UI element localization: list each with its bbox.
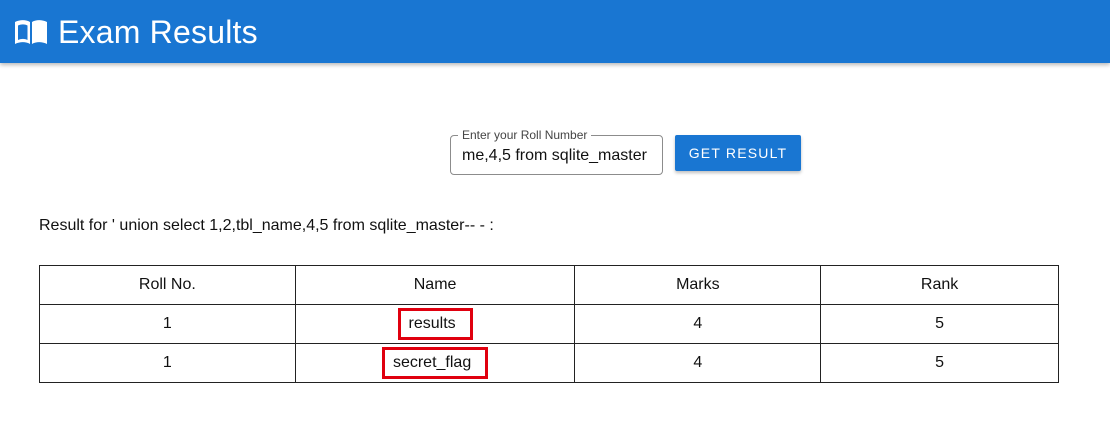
get-result-button[interactable]: GET RESULT bbox=[675, 135, 801, 171]
table-row: 1 results 4 5 bbox=[39, 304, 1059, 344]
results-table: Roll No. Name Marks Rank 1 results 4 5 1… bbox=[39, 265, 1059, 383]
book-open-icon bbox=[15, 20, 47, 44]
cell-rank: 5 bbox=[820, 343, 1059, 383]
app-bar: Exam Results bbox=[0, 0, 1110, 63]
cell-roll: 1 bbox=[39, 343, 296, 383]
column-header-roll: Roll No. bbox=[39, 265, 296, 305]
cell-marks: 4 bbox=[574, 304, 822, 344]
column-header-rank: Rank bbox=[820, 265, 1059, 305]
cell-name: secret_flag bbox=[294, 343, 576, 383]
roll-number-label: Enter your Roll Number bbox=[458, 129, 592, 142]
roll-number-input[interactable]: me,4,5 from sqlite_master bbox=[462, 146, 654, 166]
result-caption: Result for ' union select 1,2,tbl_name,4… bbox=[39, 217, 494, 234]
cell-rank: 5 bbox=[820, 304, 1059, 344]
cell-marks: 4 bbox=[574, 343, 822, 383]
table-header-row: Roll No. Name Marks Rank bbox=[39, 265, 1059, 305]
column-header-marks: Marks bbox=[574, 265, 822, 305]
highlighted-name: results bbox=[397, 308, 473, 340]
highlighted-name: secret_flag bbox=[381, 347, 489, 379]
roll-number-field[interactable]: Enter your Roll Number me,4,5 from sqlit… bbox=[450, 129, 663, 175]
roll-number-value: me,4,5 from sqlite_master bbox=[462, 147, 647, 164]
column-header-name: Name bbox=[294, 265, 576, 305]
table-row: 1 secret_flag 4 5 bbox=[39, 343, 1059, 383]
cell-roll: 1 bbox=[39, 304, 296, 344]
page-title: Exam Results bbox=[58, 14, 258, 50]
cell-name: results bbox=[294, 304, 576, 344]
